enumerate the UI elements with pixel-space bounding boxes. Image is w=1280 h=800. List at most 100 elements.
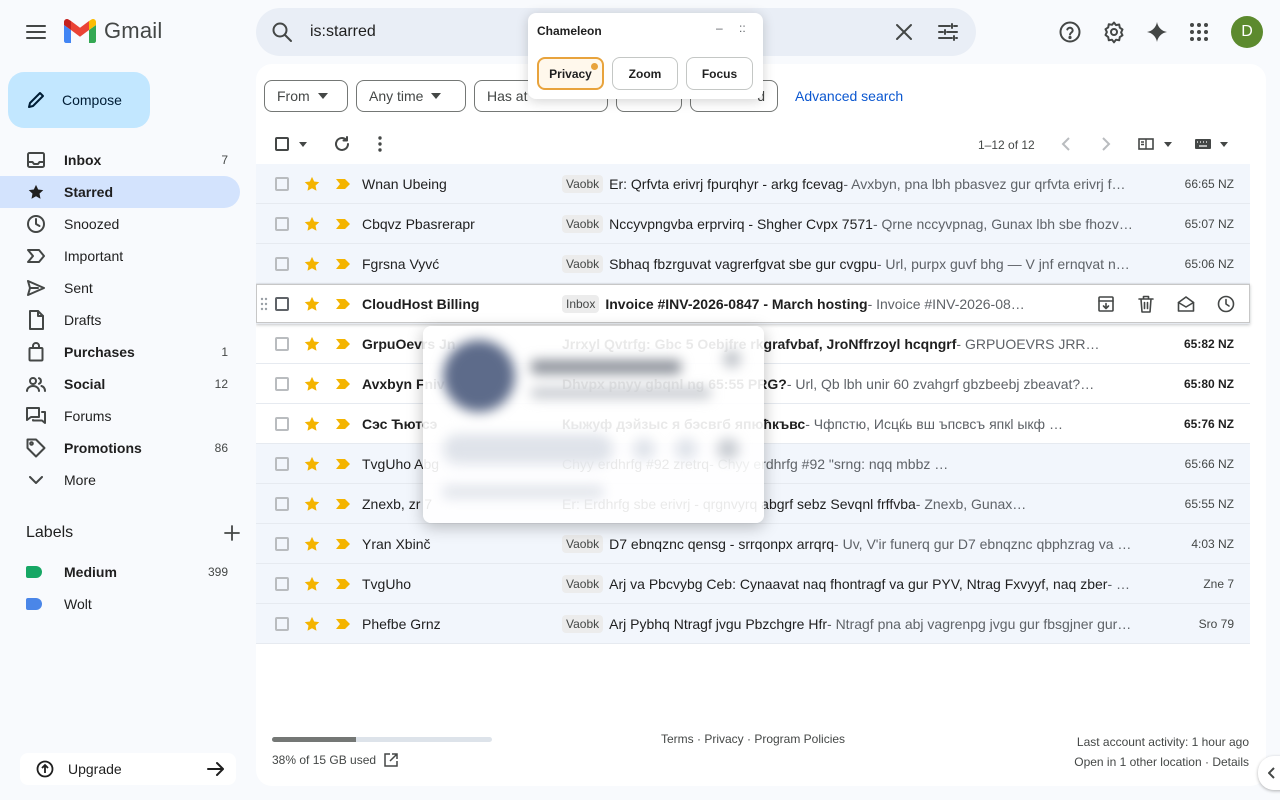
row-checkbox[interactable] — [275, 416, 289, 431]
row-checkbox[interactable] — [275, 376, 289, 391]
minimize-button[interactable]: – — [716, 21, 723, 35]
gemini-sparkle-icon[interactable] — [1141, 16, 1173, 48]
mark-read-icon[interactable] — [1170, 288, 1202, 320]
time-filter-chip[interactable]: Any time — [356, 80, 466, 112]
search-icon[interactable] — [270, 20, 294, 44]
sidebar-item-social[interactable]: Social 12 — [0, 368, 240, 400]
row-checkbox[interactable] — [275, 456, 289, 471]
important-marker-icon[interactable] — [335, 258, 351, 270]
main-menu-button[interactable] — [20, 16, 52, 48]
side-panel-toggle[interactable] — [1258, 756, 1280, 790]
email-row[interactable]: Fgrsna Vyvć Vaobk Sbhaq fbzrguvat vagrerfg… — [256, 244, 1250, 284]
email-label-badge[interactable]: Vaobk — [562, 174, 604, 193]
label-item-wolt[interactable]: Wolt — [26, 588, 240, 620]
email-row[interactable]: TvgUho Vaobk Arj va Pbcvybg Ceb: Cynaavat … — [256, 564, 1250, 604]
upgrade-button[interactable]: Upgrade — [20, 753, 236, 785]
search-options-icon[interactable] — [936, 20, 960, 44]
keyboard-icon[interactable] — [1194, 128, 1228, 160]
sidebar-item-starred[interactable]: Starred — [0, 176, 240, 208]
row-checkbox[interactable] — [275, 296, 289, 311]
zoom-mode-button[interactable]: Zoom — [612, 57, 678, 90]
snooze-icon[interactable] — [1210, 288, 1242, 320]
starred-icon[interactable] — [303, 375, 321, 393]
starred-icon[interactable] — [303, 175, 321, 193]
important-marker-icon[interactable] — [335, 578, 351, 590]
email-row[interactable]: Yran Xbinč Vaobk D7 ebnqznc qensg - srrqon… — [256, 524, 1250, 564]
important-marker-icon[interactable] — [335, 618, 351, 630]
row-checkbox[interactable] — [275, 496, 289, 511]
apps-grid-icon[interactable] — [1183, 16, 1215, 48]
important-marker-icon[interactable] — [335, 338, 351, 350]
gmail-logo[interactable]: Gmail — [64, 18, 162, 44]
starred-icon[interactable] — [303, 255, 321, 273]
important-marker-icon[interactable] — [335, 498, 351, 510]
email-label-badge[interactable]: Vaobk — [562, 574, 604, 593]
sidebar-item-snoozed[interactable]: Snoozed — [0, 208, 240, 240]
starred-icon[interactable] — [303, 455, 321, 473]
important-marker-icon[interactable] — [335, 298, 351, 310]
prev-page-icon[interactable] — [1061, 128, 1071, 160]
split-pane-icon[interactable] — [1138, 128, 1172, 160]
sidebar-item-sent[interactable]: Sent — [0, 272, 240, 304]
email-label-badge[interactable]: Inbox — [562, 294, 600, 313]
compose-button[interactable]: Compose — [8, 72, 150, 128]
row-checkbox[interactable] — [275, 536, 289, 551]
starred-icon[interactable] — [303, 215, 321, 233]
clear-search-icon[interactable] — [892, 20, 916, 44]
important-marker-icon[interactable] — [335, 218, 351, 230]
label-item-medium[interactable]: Medium 399 — [26, 556, 240, 588]
select-all-checkbox[interactable] — [275, 128, 307, 160]
important-marker-icon[interactable] — [335, 378, 351, 390]
email-label-badge[interactable]: Vaobk — [562, 254, 604, 273]
terms-links[interactable]: Terms · Privacy · Program Policies — [661, 732, 845, 746]
starred-icon[interactable] — [303, 415, 321, 433]
starred-icon[interactable] — [303, 335, 321, 353]
row-checkbox[interactable] — [275, 616, 289, 631]
advanced-search-link[interactable]: Advanced search — [795, 88, 903, 104]
email-label-badge[interactable]: Vaobk — [562, 534, 604, 553]
row-checkbox[interactable] — [275, 336, 289, 351]
email-label-badge[interactable]: Vaobk — [562, 214, 604, 233]
important-marker-icon[interactable] — [335, 538, 351, 550]
drag-grip-icon[interactable] — [260, 297, 268, 311]
important-marker-icon[interactable] — [335, 178, 351, 190]
next-page-icon[interactable] — [1101, 128, 1111, 160]
focus-mode-button[interactable]: Focus — [686, 57, 753, 90]
email-label-badge[interactable]: Vaobk — [562, 614, 604, 633]
storage-info[interactable]: 38% of 15 GB used — [272, 753, 398, 767]
email-row[interactable]: Wnan Ubeing Vaobk Er: Qrfvta erivrj fpurqh… — [256, 164, 1250, 204]
help-icon[interactable] — [1054, 16, 1086, 48]
settings-gear-icon[interactable] — [1098, 16, 1130, 48]
sidebar-item-promotions[interactable]: Promotions 86 — [0, 432, 240, 464]
refresh-icon[interactable] — [333, 128, 351, 160]
sidebar-item-inbox[interactable]: Inbox 7 — [0, 144, 240, 176]
delete-icon[interactable] — [1130, 288, 1162, 320]
starred-icon[interactable] — [303, 535, 321, 553]
row-checkbox[interactable] — [275, 216, 289, 231]
account-avatar[interactable]: D — [1231, 16, 1263, 48]
starred-icon[interactable] — [303, 495, 321, 513]
starred-icon[interactable] — [303, 615, 321, 633]
starred-icon[interactable] — [303, 295, 321, 313]
sidebar-item-purchases[interactable]: Purchases 1 — [0, 336, 240, 368]
email-row[interactable]: CloudHost Billing Inbox Invoice #INV-2026-… — [256, 284, 1250, 324]
sidebar-item-more[interactable]: More — [0, 464, 240, 496]
from-filter-chip[interactable]: From — [264, 80, 348, 112]
privacy-mode-button[interactable]: Privacy — [537, 57, 604, 90]
other-location-link[interactable]: Open in 1 other location · Details — [1074, 752, 1249, 772]
row-checkbox[interactable] — [275, 576, 289, 591]
row-checkbox[interactable] — [275, 176, 289, 191]
add-label-icon[interactable] — [224, 525, 240, 541]
sidebar-item-drafts[interactable]: Drafts — [0, 304, 240, 336]
more-vert-icon[interactable] — [378, 128, 382, 160]
sidebar-item-important[interactable]: Important — [0, 240, 240, 272]
important-marker-icon[interactable] — [335, 418, 351, 430]
starred-icon[interactable] — [303, 575, 321, 593]
drag-handle[interactable]: :: — [739, 21, 746, 35]
row-checkbox[interactable] — [275, 256, 289, 271]
sidebar-item-forums[interactable]: Forums — [0, 400, 240, 432]
email-row[interactable]: Phefbe Grnz Vaobk Arj Pybhq Ntragf jvgu Pb… — [256, 604, 1250, 644]
important-marker-icon[interactable] — [335, 458, 351, 470]
archive-icon[interactable] — [1090, 288, 1122, 320]
email-row[interactable]: Cbqvz Pbasrerapr Vaobk Nccyvpngvba erprvir… — [256, 204, 1250, 244]
